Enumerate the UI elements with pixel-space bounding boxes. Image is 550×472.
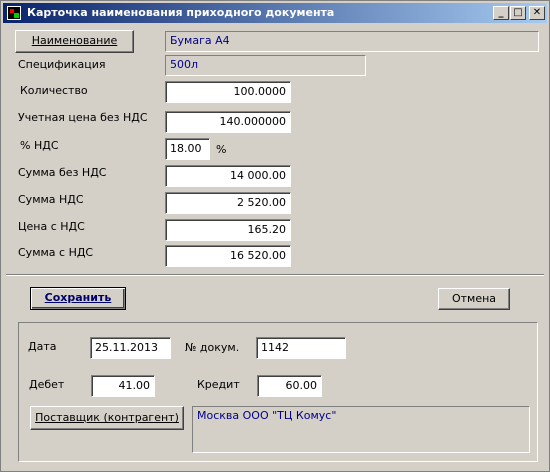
vat-pct-unit: % <box>216 143 227 156</box>
spec-value: 500л <box>165 55 366 76</box>
doc-no-label: № докум. <box>185 341 240 354</box>
save-button[interactable]: Сохранить <box>30 287 126 310</box>
vat-pct-label: % НДС <box>20 139 59 152</box>
spec-label: Спецификация <box>18 58 106 71</box>
supplier-value: Москва ООО "ТЦ Комус" <box>192 406 530 453</box>
window-title: Карточка наименования приходного докумен… <box>27 6 335 19</box>
supplier-button-label: Поставщик (контрагент) <box>35 411 179 424</box>
credit-field[interactable]: 60.00 <box>257 375 322 397</box>
cancel-button-label: Отмена <box>451 292 497 305</box>
cancel-button[interactable]: Отмена <box>438 288 510 310</box>
minimize-button[interactable]: _ <box>493 6 509 20</box>
name-value: Бумага А4 <box>165 31 539 52</box>
name-button-label: Наименование <box>31 34 118 47</box>
qty-field[interactable]: 100.0000 <box>165 81 291 103</box>
supplier-button[interactable]: Поставщик (контрагент) <box>30 406 184 430</box>
dialog-window: Карточка наименования приходного докумен… <box>0 0 550 472</box>
separator <box>6 274 544 276</box>
vat-sum-field[interactable]: 2 520.00 <box>165 192 291 214</box>
credit-label: Кредит <box>197 378 240 391</box>
debit-label: Дебет <box>29 378 65 391</box>
date-field[interactable]: 25.11.2013 <box>90 337 171 359</box>
price-field[interactable]: 140.000000 <box>165 111 291 133</box>
name-button[interactable]: Наименование <box>15 30 134 53</box>
price-vat-label: Цена с НДС <box>18 220 85 233</box>
sum-novat-label: Сумма без НДС <box>18 166 107 179</box>
price-vat-field[interactable]: 165.20 <box>165 219 291 241</box>
vat-sum-label: Сумма НДС <box>18 193 84 206</box>
date-label: Дата <box>28 340 57 353</box>
close-button[interactable]: ✕ <box>529 6 545 20</box>
maximize-button[interactable]: □ <box>510 6 526 20</box>
sum-vat-field[interactable]: 16 520.00 <box>165 245 291 267</box>
debit-field[interactable]: 41.00 <box>91 375 155 397</box>
title-bar[interactable]: Карточка наименования приходного докумен… <box>3 3 547 23</box>
qty-label: Количество <box>20 84 88 97</box>
vat-pct-field[interactable]: 18.00 <box>165 138 210 160</box>
app-icon <box>7 6 21 20</box>
price-label: Учетная цена без НДС <box>18 111 148 124</box>
sum-novat-field[interactable]: 14 000.00 <box>165 165 291 187</box>
sum-vat-label: Сумма с НДС <box>18 246 94 259</box>
doc-no-field[interactable]: 1142 <box>256 337 346 359</box>
save-button-label: Сохранить <box>44 291 112 304</box>
